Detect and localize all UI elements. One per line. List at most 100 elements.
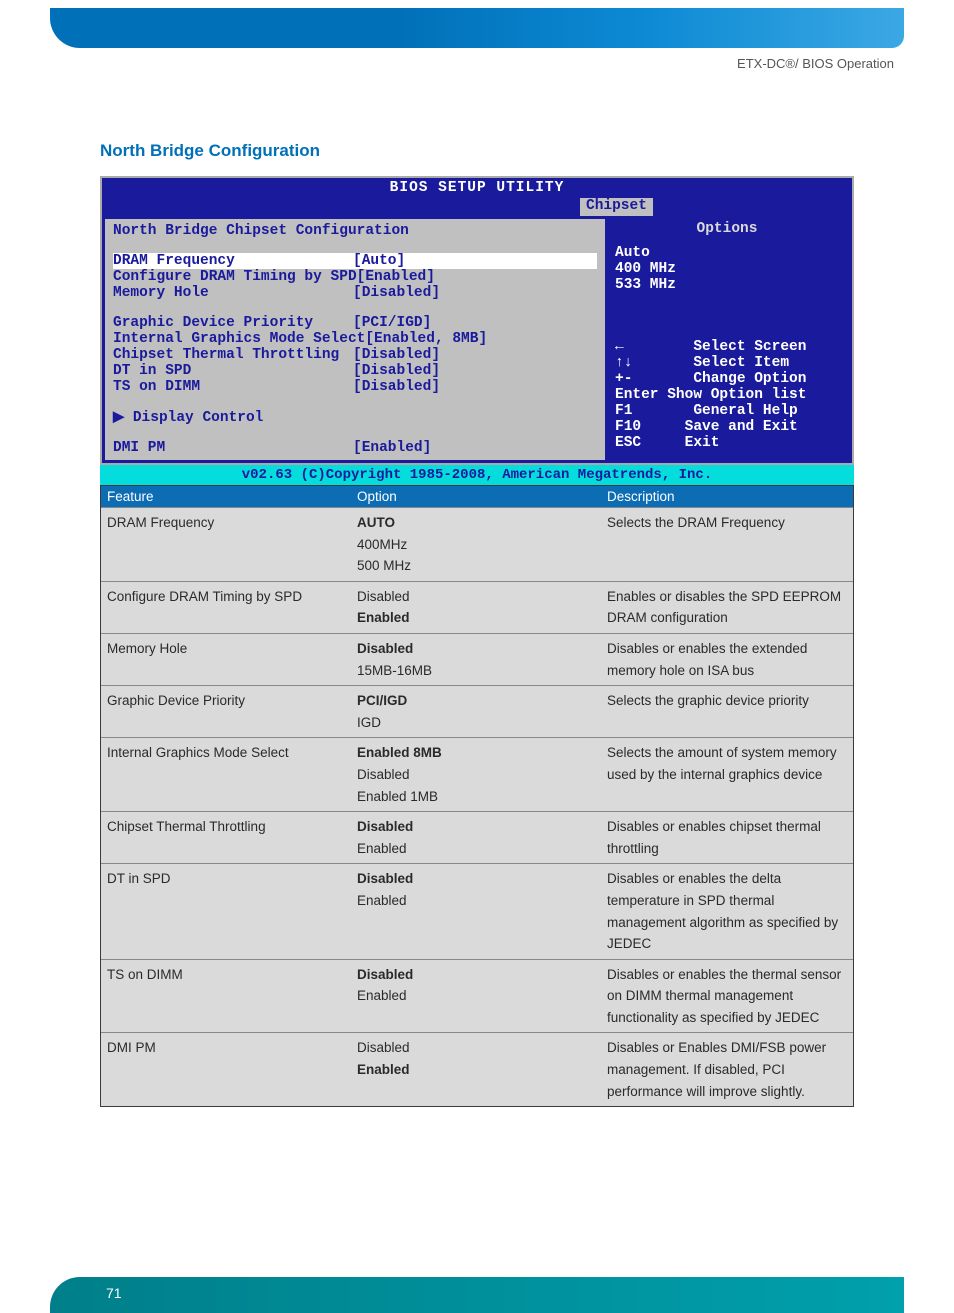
bios-setting-row: DRAM Frequency[Auto] (113, 253, 597, 269)
option-value: Disabled (357, 764, 607, 786)
table-row: TS on DIMMDisabledEnabledDisables or ena… (101, 959, 853, 1033)
option-value: Disabled (357, 964, 607, 986)
submenu-display-control: ▶ Display Control (113, 409, 263, 426)
bios-setting-row: TS on DIMM[Disabled] (113, 379, 597, 395)
cell-description: Disables or Enables DMI/FSB power manage… (607, 1037, 847, 1102)
option-value: Disabled (357, 638, 607, 660)
setting-value: [Enabled] (357, 269, 435, 285)
setting-value: [Enabled, 8MB] (365, 331, 487, 347)
table-row: DMI PMDisabledEnabledDisables or Enables… (101, 1032, 853, 1106)
page-footer: 71 (50, 1277, 904, 1313)
setting-value: [Disabled] (353, 347, 440, 363)
cell-feature: Configure DRAM Timing by SPD (107, 586, 357, 629)
cell-feature: Internal Graphics Mode Select (107, 742, 357, 807)
cell-option: DisabledEnabled (357, 868, 607, 954)
table-row: Graphic Device PriorityPCI/IGDIGDSelects… (101, 685, 853, 737)
table-row: DRAM FrequencyAUTO400MHz500 MHzSelects t… (101, 507, 853, 581)
setting-value: [Disabled] (353, 285, 440, 301)
cell-option: DisabledEnabled (357, 816, 607, 859)
setting-label: Internal Graphics Mode Select (113, 331, 365, 347)
cell-option: DisabledEnabled (357, 964, 607, 1029)
option-value: Disabled (357, 868, 607, 890)
setting-value: [Enabled] (353, 440, 431, 456)
bios-right-panel: Options Auto 400 MHz 533 MHz ← Select Sc… (605, 219, 849, 460)
cell-description: Disables or enables chipset thermal thro… (607, 816, 847, 859)
bios-heading: North Bridge Chipset Configuration (113, 223, 597, 239)
option-value: Enabled 8MB (357, 742, 607, 764)
cell-feature: DMI PM (107, 1037, 357, 1102)
cell-feature: Memory Hole (107, 638, 357, 681)
cell-description: Selects the amount of system memory used… (607, 742, 847, 807)
table-row: Configure DRAM Timing by SPDDisabledEnab… (101, 581, 853, 633)
cell-description: Disables or enables the thermal sensor o… (607, 964, 847, 1029)
table-row: Chipset Thermal ThrottlingDisabledEnable… (101, 811, 853, 863)
col-header-description: Description (607, 489, 847, 504)
option-value: AUTO (357, 512, 607, 534)
option-value: Disabled (357, 816, 607, 838)
option-value: Enabled (357, 890, 607, 912)
options-list: Auto 400 MHz 533 MHz (605, 239, 849, 336)
cell-option: DisabledEnabled (357, 586, 607, 629)
option-value: Disabled (357, 1037, 607, 1059)
setting-label: Chipset Thermal Throttling (113, 347, 353, 363)
cell-feature: Chipset Thermal Throttling (107, 816, 357, 859)
bios-setting-row: Chipset Thermal Throttling[Disabled] (113, 347, 597, 363)
setting-label: DMI PM (113, 440, 353, 456)
bios-title: BIOS SETUP UTILITY (102, 178, 852, 198)
cell-option: AUTO400MHz500 MHz (357, 512, 607, 577)
bios-setting-row: DT in SPD[Disabled] (113, 363, 597, 379)
bios-footer: v02.63 (C)Copyright 1985-2008, American … (100, 465, 854, 485)
option-value: Disabled (357, 586, 607, 608)
cell-option: DisabledEnabled (357, 1037, 607, 1102)
bios-left-panel: North Bridge Chipset Configuration DRAM … (105, 219, 605, 460)
cell-feature: Graphic Device Priority (107, 690, 357, 733)
option-value: Enabled (357, 985, 607, 1007)
cell-feature: TS on DIMM (107, 964, 357, 1029)
page-number: 71 (106, 1285, 122, 1301)
bios-setting-row: Graphic Device Priority[PCI/IGD] (113, 315, 597, 331)
cell-feature: DRAM Frequency (107, 512, 357, 577)
cell-feature: DT in SPD (107, 868, 357, 954)
option-value: 500 MHz (357, 555, 607, 577)
option-value: Enabled 1MB (357, 786, 607, 808)
setting-label: DT in SPD (113, 363, 353, 379)
option-value: IGD (357, 712, 607, 734)
cell-description: Selects the graphic device priority (607, 690, 847, 733)
setting-label: Configure DRAM Timing by SPD (113, 269, 357, 285)
col-header-feature: Feature (107, 489, 357, 504)
setting-label: DRAM Frequency (113, 253, 353, 269)
description-table: Feature Option Description DRAM Frequenc… (100, 485, 854, 1107)
option-value: Enabled (357, 838, 607, 860)
section-title: North Bridge Configuration (100, 141, 954, 161)
table-header-row: Feature Option Description (101, 486, 853, 507)
bios-setting-row: Memory Hole[Disabled] (113, 285, 597, 301)
tab-chipset: Chipset (580, 198, 653, 216)
option-value: PCI/IGD (357, 690, 607, 712)
table-row: DT in SPDDisabledEnabledDisables or enab… (101, 863, 853, 958)
option-value: 400MHz (357, 534, 607, 556)
bios-setting-row: Internal Graphics Mode Select[Enabled, 8… (113, 331, 597, 347)
table-row: Memory HoleDisabled15MB-16MBDisables or … (101, 633, 853, 685)
cell-option: PCI/IGDIGD (357, 690, 607, 733)
top-banner (50, 8, 904, 48)
setting-value: [Disabled] (353, 379, 440, 395)
table-row: Internal Graphics Mode SelectEnabled 8MB… (101, 737, 853, 811)
cell-description: Disables or enables the delta temperatur… (607, 868, 847, 954)
bios-screenshot: BIOS SETUP UTILITY Chipset North Bridge … (100, 176, 854, 465)
cell-description: Disables or enables the extended memory … (607, 638, 847, 681)
cell-option: Disabled15MB-16MB (357, 638, 607, 681)
col-header-option: Option (357, 489, 607, 504)
cell-description: Enables or disables the SPD EEPROM DRAM … (607, 586, 847, 629)
bios-tab-bar: Chipset (102, 198, 852, 216)
setting-value: [Disabled] (353, 363, 440, 379)
breadcrumb: ETX-DC®/ BIOS Operation (0, 56, 894, 71)
bios-setting-row: Configure DRAM Timing by SPD[Enabled] (113, 269, 597, 285)
cell-description: Selects the DRAM Frequency (607, 512, 847, 577)
option-value: Enabled (357, 1059, 607, 1081)
cell-option: Enabled 8MBDisabledEnabled 1MB (357, 742, 607, 807)
setting-label: Memory Hole (113, 285, 353, 301)
options-title: Options (605, 219, 849, 239)
setting-label: TS on DIMM (113, 379, 353, 395)
setting-value: [Auto] (353, 253, 405, 269)
bios-setting-row: DMI PM[Enabled] (113, 440, 597, 456)
